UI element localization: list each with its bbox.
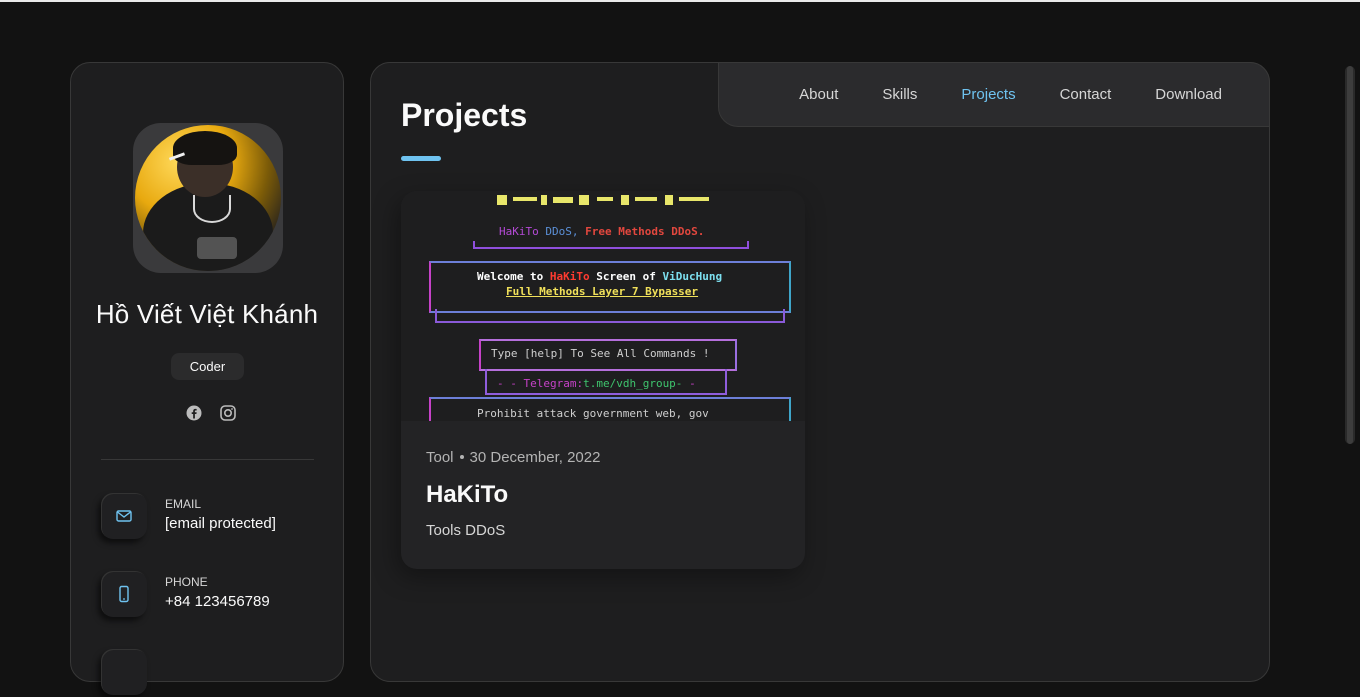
ascii-line-bypass: Full Methods Layer 7 Bypasser <box>506 285 699 298</box>
contact-email: Email [email protected] <box>101 493 331 541</box>
project-date: 30 December, 2022 <box>469 449 601 466</box>
meta-dot <box>459 454 464 459</box>
title-underline <box>401 156 441 161</box>
project-category: Tool <box>426 449 454 466</box>
navbar: About Skills Projects Contact Download <box>718 62 1270 127</box>
project-meta: Tool 30 December, 2022 <box>426 449 600 466</box>
avatar-frame <box>133 123 283 273</box>
ascii-line-tagline: HaKiTo DDoS, Free Methods DDoS. <box>499 225 705 238</box>
role-badge: Coder <box>171 353 244 380</box>
social-links <box>186 405 236 421</box>
ascii-line-telegram: - - Telegram:t.me/vdh_group- - <box>497 377 696 390</box>
facebook-icon[interactable] <box>186 405 202 421</box>
scrollbar-thumb[interactable] <box>1347 66 1353 444</box>
nav-skills[interactable]: Skills <box>882 86 917 103</box>
ascii-line-welcome: Welcome to HaKiTo Screen of ViDucHung <box>477 270 723 283</box>
instagram-icon[interactable] <box>220 405 236 421</box>
contact-next <box>101 649 331 697</box>
contact-email-value[interactable]: [email protected] <box>165 515 276 532</box>
sidebar: Hồ Viết Việt Khánh Coder Email [email pr… <box>70 62 344 695</box>
main-panel: About Skills Projects Contact Download P… <box>370 62 1270 682</box>
profile-name: Hồ Viết Việt Khánh <box>95 299 319 329</box>
page-title: Projects <box>401 97 528 133</box>
project-title[interactable]: HaKiTo <box>426 481 508 509</box>
contact-phone: Phone +84 123456789 <box>101 571 331 619</box>
contact-next-icon-box <box>101 649 147 695</box>
sidebar-divider <box>101 459 314 460</box>
project-thumbnail[interactable]: HaKiTo DDoS, Free Methods DDoS. Welcome … <box>401 191 805 421</box>
ascii-line-help: Type [help] To See All Commands ! <box>491 347 710 360</box>
nav-projects[interactable]: Projects <box>961 86 1015 103</box>
contact-phone-value[interactable]: +84 123456789 <box>165 593 270 610</box>
contact-phone-title: Phone <box>165 575 208 589</box>
nav-download[interactable]: Download <box>1155 86 1222 103</box>
contact-email-title: Email <box>165 497 202 511</box>
project-card[interactable]: HaKiTo DDoS, Free Methods DDoS. Welcome … <box>401 191 805 569</box>
ascii-line-prohibit: Prohibit attack government web, gov <box>477 407 709 420</box>
phone-icon <box>101 571 147 617</box>
avatar <box>135 125 281 271</box>
nav-about[interactable]: About <box>799 86 838 103</box>
ascii-banner-art <box>497 195 709 205</box>
browser-top-edge <box>0 0 1360 2</box>
project-description: Tools DDoS <box>426 522 506 539</box>
mail-icon <box>101 493 147 539</box>
nav-contact[interactable]: Contact <box>1060 86 1112 103</box>
page-scrollbar[interactable] <box>1345 66 1355 444</box>
